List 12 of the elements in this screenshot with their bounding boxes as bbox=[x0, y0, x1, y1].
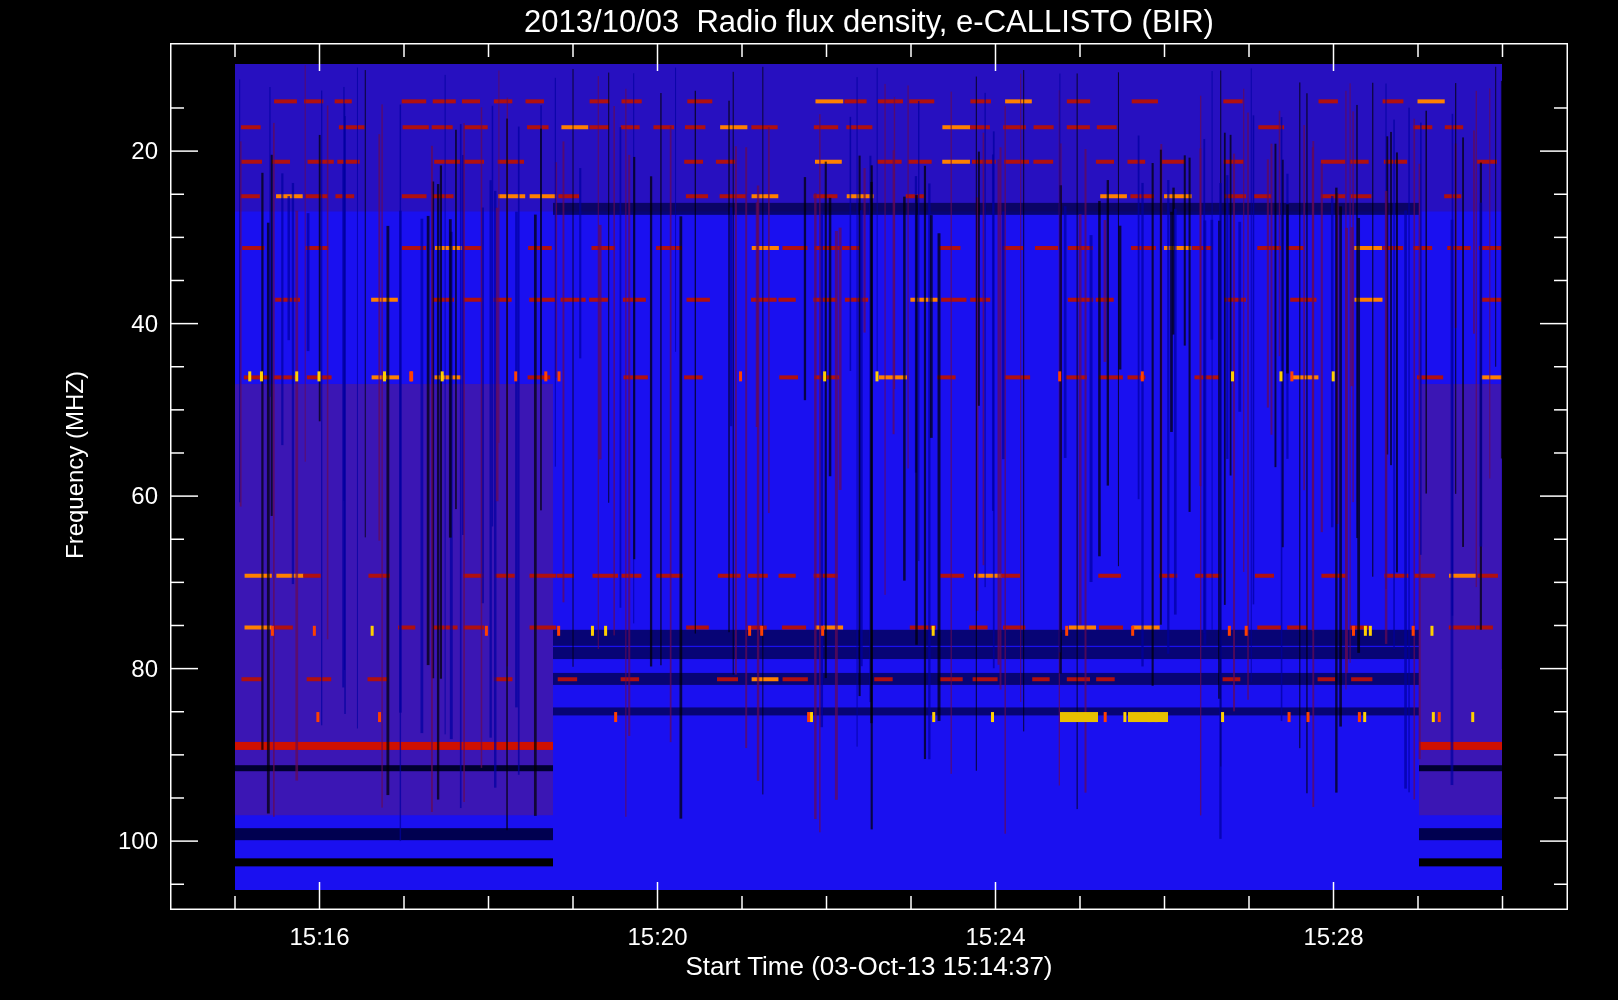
x-tick-label: 15:28 bbox=[1302, 925, 1365, 949]
x-axis-label: Start Time (03-Oct-13 15:14:37) bbox=[684, 953, 1054, 979]
x-tick-label: 15:24 bbox=[964, 925, 1027, 949]
y-tick-label: 100 bbox=[117, 829, 158, 853]
y-tick-label: 60 bbox=[131, 484, 158, 508]
x-tick-label: 15:16 bbox=[288, 925, 351, 949]
y-tick-label: 20 bbox=[131, 139, 158, 163]
y-tick-label: 40 bbox=[131, 311, 158, 336]
x-tick-label: 15:20 bbox=[626, 925, 689, 949]
y-tick-label: 80 bbox=[131, 656, 158, 681]
chart-title: 2013/10/03 Radio flux density, e-CALLISTO (BIR) bbox=[524, 6, 1214, 37]
y-axis-label: Frequency (MHZ) bbox=[63, 370, 87, 561]
